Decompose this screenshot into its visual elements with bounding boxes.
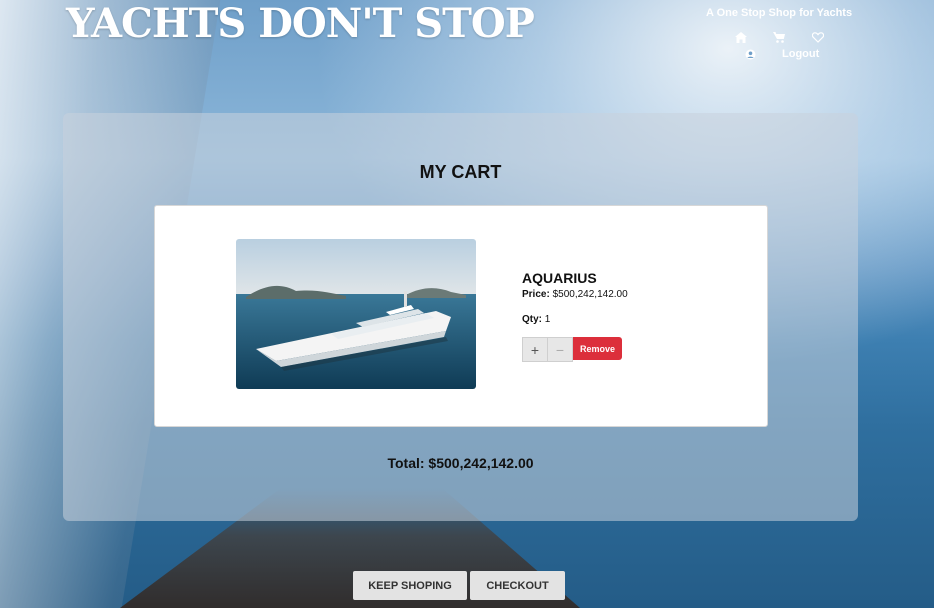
home-icon[interactable] <box>735 32 747 46</box>
cart-panel: MY CART AQUARIUS Price: $500,242,142.00 … <box>63 113 858 521</box>
site-tagline: A One Stop Shop for Yachts <box>706 7 853 19</box>
price-value: $500,242,142.00 <box>552 289 628 300</box>
qty-controls: + − Remove <box>522 337 628 362</box>
qty-value: 1 <box>544 314 551 325</box>
checkout-button[interactable]: CHECKOUT <box>470 571 565 600</box>
cart-title: MY CART <box>419 162 502 182</box>
yacht-photo <box>236 239 476 389</box>
qty-label: Qty: <box>522 314 542 325</box>
logout-link[interactable]: Logout <box>782 48 819 60</box>
item-details: AQUARIUS Price: $500,242,142.00 Qty: 1 +… <box>522 270 628 362</box>
heart-icon[interactable] <box>811 32 825 46</box>
cart-icon[interactable] <box>773 32 785 46</box>
keep-shopping-button[interactable]: KEEP SHOPING <box>353 571 467 600</box>
user-icon[interactable] <box>745 49 756 63</box>
item-name[interactable]: AQUARIUS <box>522 270 628 286</box>
increment-button[interactable]: + <box>522 337 548 362</box>
cart-item-card: AQUARIUS Price: $500,242,142.00 Qty: 1 +… <box>154 205 768 427</box>
decrement-button[interactable]: − <box>548 337 573 362</box>
price-label: Price: <box>522 289 550 300</box>
remove-button[interactable]: Remove <box>573 337 623 360</box>
item-qty: Qty: 1 <box>522 314 628 325</box>
top-nav: Logout <box>730 32 830 64</box>
cart-total: Total: $500,242,142.00 <box>387 455 534 471</box>
site-title[interactable]: YACHTS DON'T STOP <box>66 0 535 47</box>
item-price: Price: $500,242,142.00 <box>522 289 628 300</box>
